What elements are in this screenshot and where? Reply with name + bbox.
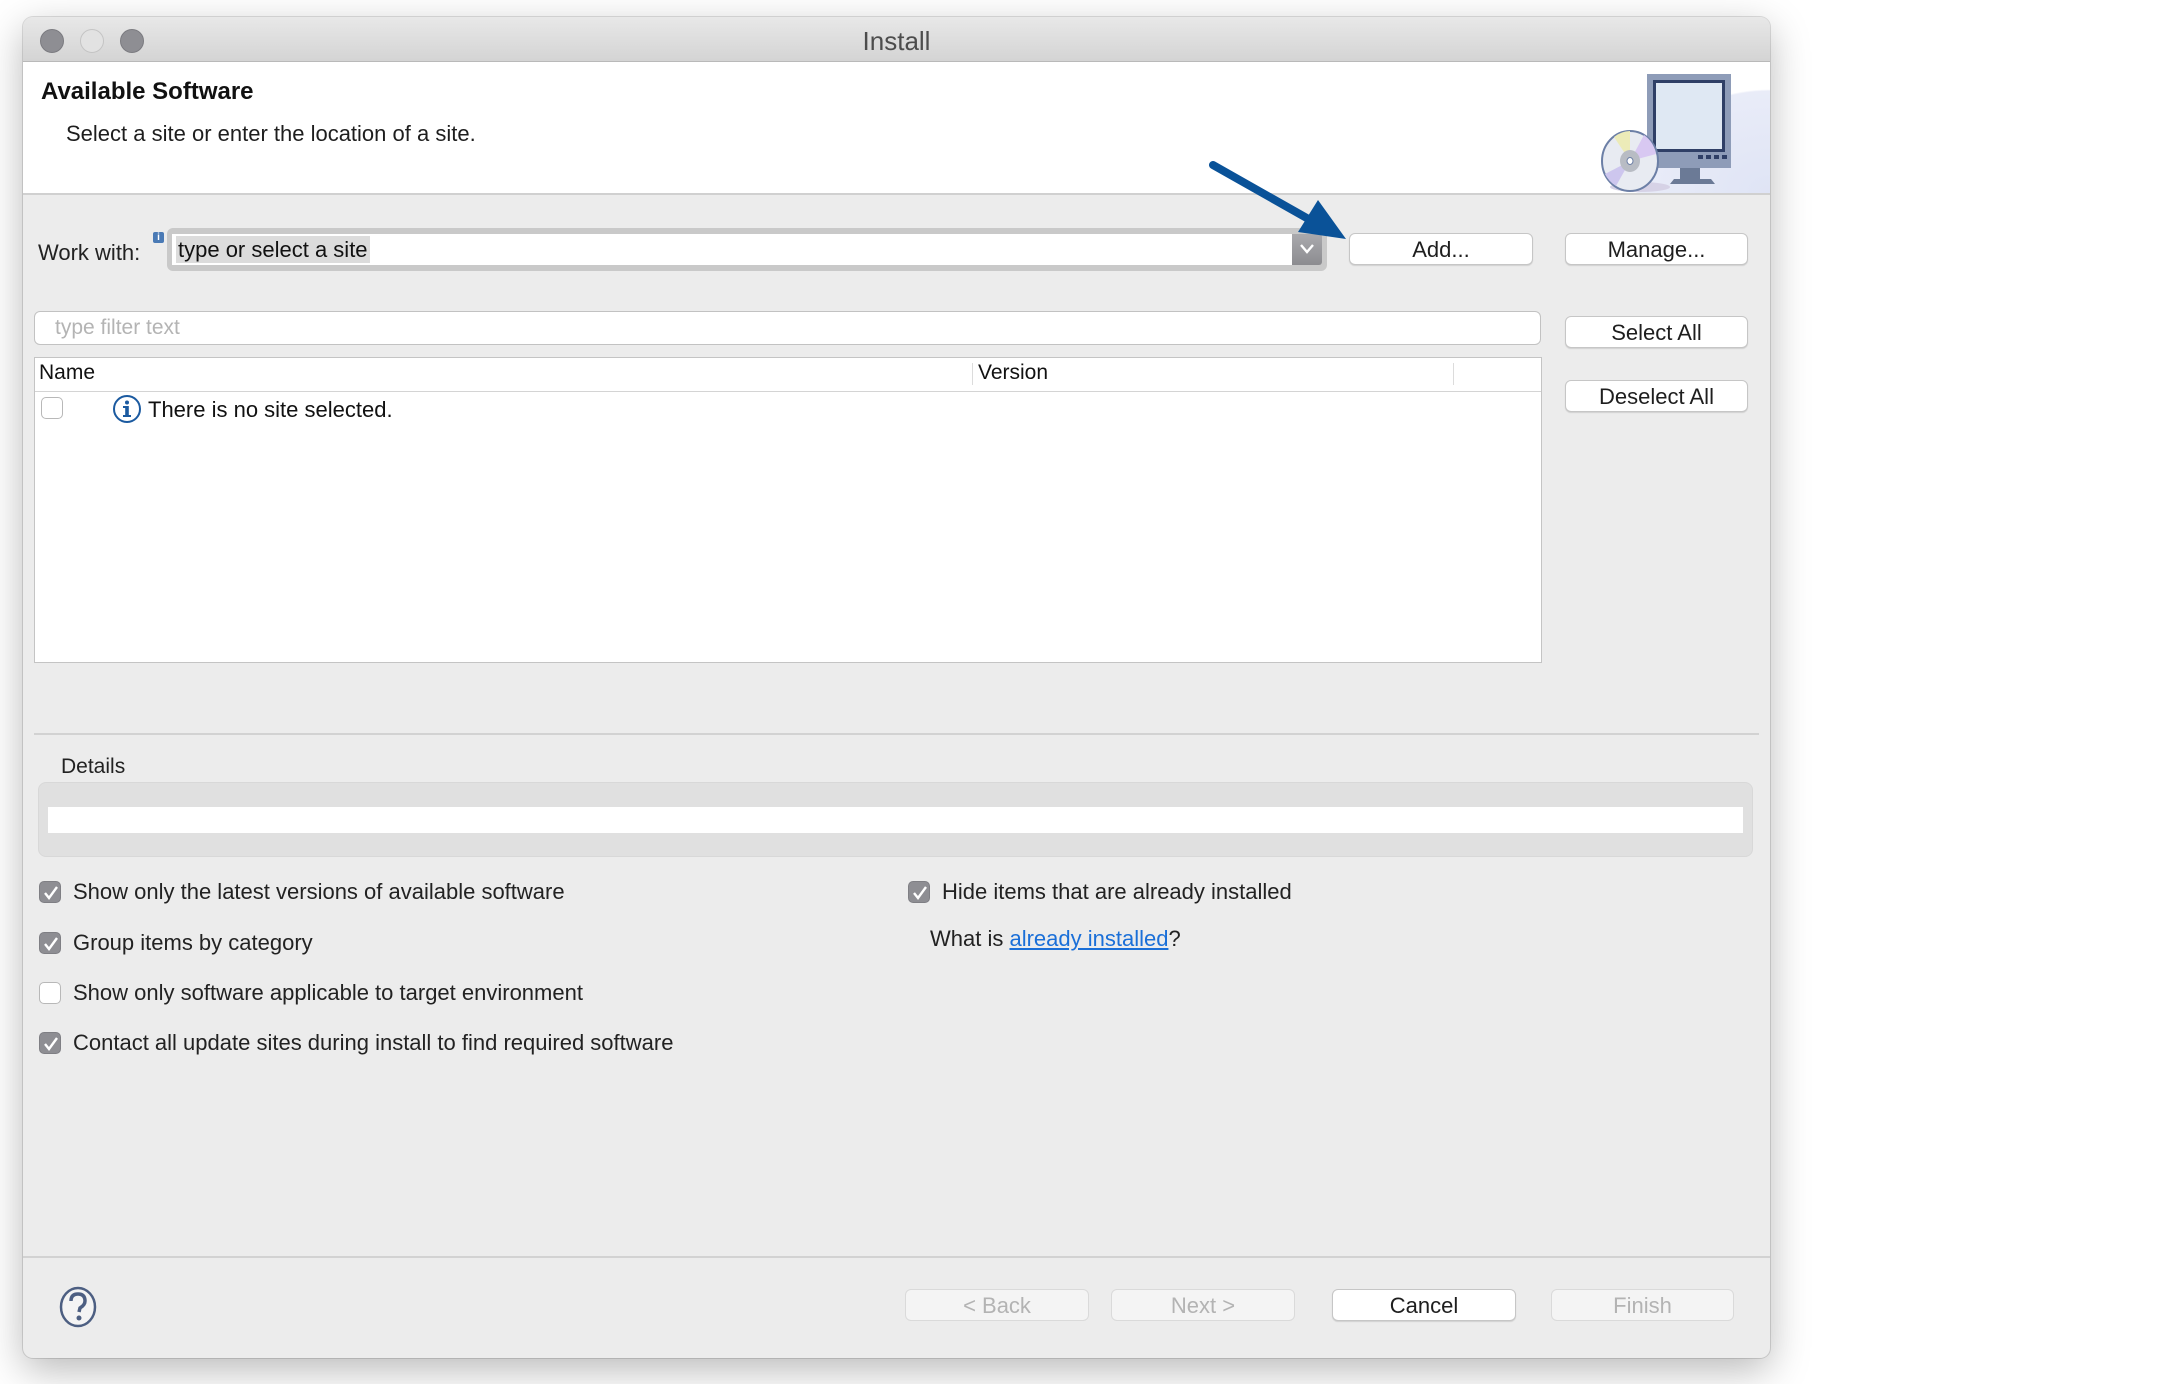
contact-update-sites-label[interactable]: Contact all update sites during install … [73, 1030, 673, 1056]
work-with-value[interactable]: type or select a site [176, 236, 370, 263]
work-with-label: Work with: [38, 240, 141, 265]
row-name: There is no site selected. [148, 397, 393, 422]
what-is-suffix: ? [1168, 926, 1181, 951]
page-title: Available Software [41, 78, 254, 105]
wizard-header: Available Software Select a site or ente… [23, 62, 1770, 195]
table-header: Name Version [35, 358, 1541, 392]
latest-versions-label[interactable]: Show only the latest versions of availab… [73, 879, 565, 905]
cancel-button[interactable]: Cancel [1332, 1289, 1516, 1321]
title-bar: Install [23, 17, 1770, 62]
what-is-prefix: What is [930, 926, 1010, 951]
install-monitor-cd-icon [1601, 74, 1731, 192]
checkmark-icon [913, 886, 927, 900]
info-icon [113, 395, 141, 423]
window-title: Install [862, 26, 931, 56]
chevron-down-icon [1300, 244, 1314, 254]
column-header-version[interactable]: Version [978, 361, 1048, 385]
deselect-all-button[interactable]: Deselect All [1565, 380, 1748, 412]
install-dialog: Install Available Software Select a site… [23, 17, 1770, 1358]
what-is-installed-text: What is already installed? [930, 926, 1181, 952]
checkmark-icon [44, 937, 58, 951]
footer-divider [23, 1256, 1770, 1258]
hide-installed-checkbox[interactable] [908, 881, 930, 903]
contact-update-sites-checkbox[interactable] [39, 1032, 61, 1054]
details-label: Details [61, 755, 126, 778]
add-site-button[interactable]: Add... [1349, 233, 1533, 265]
work-with-input[interactable]: type or select a site [172, 234, 1292, 265]
latest-versions-checkbox[interactable] [39, 881, 61, 903]
column-header-name[interactable]: Name [39, 361, 95, 385]
info-badge-icon: i [153, 232, 164, 243]
checkmark-icon [44, 1037, 58, 1051]
work-with-combo[interactable]: type or select a site [167, 228, 1327, 271]
target-environment-checkbox[interactable] [39, 982, 61, 1004]
finish-button[interactable]: Finish [1551, 1289, 1734, 1321]
filter-input[interactable] [35, 312, 1540, 344]
checkmark-icon [44, 886, 58, 900]
select-all-button[interactable]: Select All [1565, 316, 1748, 348]
column-separator[interactable] [972, 363, 973, 385]
software-table[interactable]: Name Version There is no site selected. [34, 357, 1542, 663]
already-installed-link[interactable]: already installed [1009, 926, 1168, 951]
hide-installed-label[interactable]: Hide items that are already installed [942, 879, 1292, 905]
details-group [38, 782, 1753, 857]
details-text-area[interactable] [48, 807, 1743, 833]
help-icon[interactable] [58, 1286, 98, 1328]
column-separator[interactable] [1453, 363, 1454, 385]
target-environment-label[interactable]: Show only software applicable to target … [73, 980, 583, 1006]
filter-field[interactable] [34, 311, 1541, 345]
back-button[interactable]: < Back [905, 1289, 1089, 1321]
banner-background [1600, 62, 1770, 193]
next-button[interactable]: Next > [1111, 1289, 1295, 1321]
manage-sites-button[interactable]: Manage... [1565, 233, 1748, 265]
section-divider [34, 733, 1759, 735]
work-with-dropdown-button[interactable] [1292, 234, 1322, 265]
table-row[interactable]: There is no site selected. [35, 392, 1541, 426]
group-by-category-label[interactable]: Group items by category [73, 930, 313, 956]
page-description: Select a site or enter the location of a… [66, 121, 476, 146]
row-checkbox[interactable] [41, 397, 63, 419]
group-by-category-checkbox[interactable] [39, 932, 61, 954]
